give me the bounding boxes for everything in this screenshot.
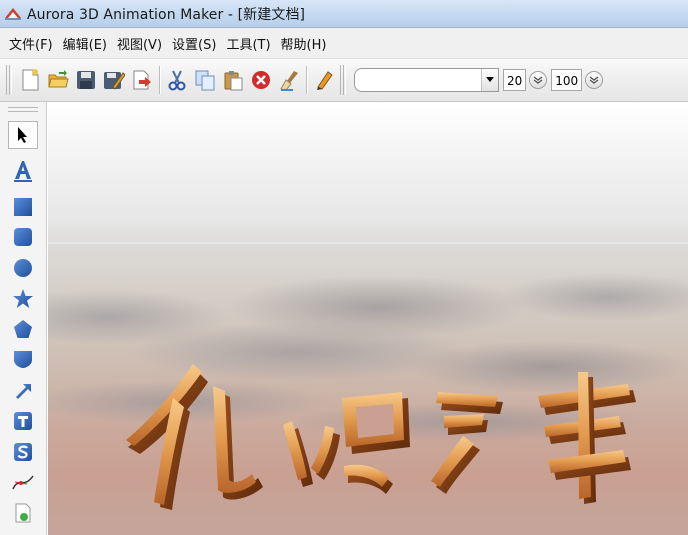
title-bar: Aurora 3D Animation Maker - [新建文档] bbox=[0, 0, 688, 28]
scale-spin-icon[interactable] bbox=[585, 71, 604, 89]
edit-pencil-icon[interactable] bbox=[312, 66, 336, 94]
t-box-icon[interactable] bbox=[8, 407, 38, 435]
menu-file[interactable]: 文件(F) bbox=[4, 34, 58, 53]
menu-settings[interactable]: 设置(S) bbox=[167, 34, 221, 53]
toolbar-grip[interactable] bbox=[6, 65, 12, 95]
app-logo-icon bbox=[4, 5, 22, 23]
font-name-combobox[interactable] bbox=[354, 68, 499, 92]
star-icon[interactable] bbox=[8, 285, 38, 313]
clear-icon[interactable] bbox=[277, 66, 301, 94]
menu-view[interactable]: 视图(V) bbox=[112, 34, 167, 53]
export-icon[interactable] bbox=[130, 66, 154, 94]
square-icon[interactable] bbox=[8, 193, 38, 221]
curve-icon[interactable] bbox=[8, 469, 38, 497]
toolbar-separator bbox=[159, 66, 160, 94]
window-title: Aurora 3D Animation Maker - [新建文档] bbox=[27, 6, 306, 23]
font-size-input[interactable]: 20 bbox=[503, 69, 527, 91]
copy-icon[interactable] bbox=[193, 66, 217, 94]
toolbar-grip-2[interactable] bbox=[340, 65, 346, 95]
arrow-icon[interactable] bbox=[8, 376, 38, 404]
toolbar-separator-2 bbox=[306, 66, 307, 94]
menu-tools[interactable]: 工具(T) bbox=[221, 34, 275, 53]
menu-help[interactable]: 帮助(H) bbox=[276, 34, 332, 53]
circle-icon[interactable] bbox=[8, 254, 38, 282]
cut-icon[interactable] bbox=[165, 66, 189, 94]
rounded-square-icon[interactable] bbox=[8, 223, 38, 251]
scene-canvas[interactable] bbox=[48, 102, 688, 535]
scale-input[interactable]: 100 bbox=[551, 69, 583, 91]
menu-edit[interactable]: 编辑(E) bbox=[58, 34, 112, 53]
scene-clouds bbox=[48, 273, 688, 510]
shield-icon[interactable] bbox=[8, 345, 38, 373]
main-toolbar: 20 100 bbox=[0, 59, 688, 102]
image-icon[interactable] bbox=[8, 499, 38, 527]
delete-icon[interactable] bbox=[249, 66, 273, 94]
paste-icon[interactable] bbox=[221, 66, 245, 94]
s-box-icon[interactable] bbox=[8, 438, 38, 466]
pentagon-icon[interactable] bbox=[8, 315, 38, 343]
save-icon[interactable] bbox=[74, 66, 98, 94]
new-doc-icon[interactable] bbox=[18, 66, 42, 94]
panel-grip[interactable] bbox=[8, 107, 38, 112]
save-as-icon[interactable] bbox=[102, 66, 126, 94]
menu-bar: 文件(F) 编辑(E) 视图(V) 设置(S) 工具(T) 帮助(H) bbox=[0, 28, 688, 59]
text-a-icon[interactable] bbox=[8, 157, 38, 185]
open-folder-icon[interactable] bbox=[46, 66, 70, 94]
select-arrow-icon[interactable] bbox=[8, 121, 38, 149]
tool-panel bbox=[0, 102, 47, 535]
font-size-spin-icon[interactable] bbox=[529, 71, 548, 89]
chevron-down-icon[interactable] bbox=[481, 69, 498, 91]
